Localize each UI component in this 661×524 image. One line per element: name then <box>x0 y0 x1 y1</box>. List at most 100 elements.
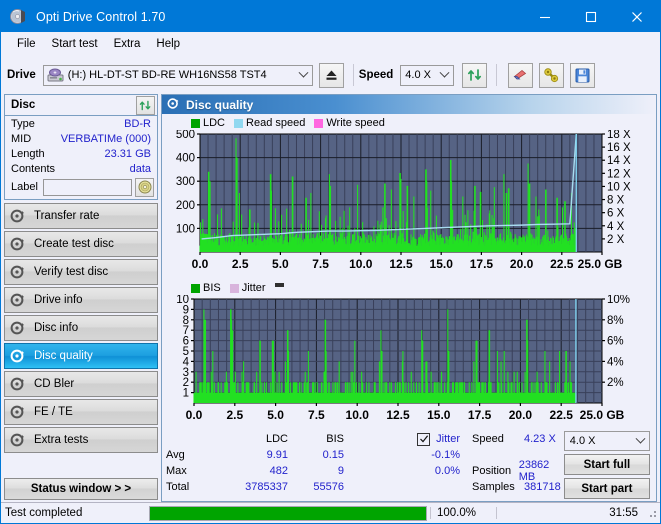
legend-label-bis: BIS <box>203 282 221 294</box>
application-window: Opti Drive Control 1.70 File Start test … <box>0 0 661 524</box>
menu-item-file[interactable]: File <box>9 36 44 52</box>
error-stats-table: LDC BIS Jitter Avg 9.91 0.15 -0.1% Max 4… <box>166 431 462 499</box>
eject-button[interactable] <box>318 62 344 88</box>
sidebar-label: Verify test disc <box>34 266 109 278</box>
speed-select[interactable]: 4.0 X <box>400 64 455 86</box>
tools-button[interactable] <box>539 62 565 88</box>
stats-header-ldc: LDC <box>265 433 288 445</box>
stats-row-label: Max <box>166 465 187 477</box>
menu-item-extra[interactable]: Extra <box>106 36 149 52</box>
svg-text:10: 10 <box>176 295 189 306</box>
svg-text:22.5: 22.5 <box>550 408 574 422</box>
start-part-button[interactable]: Start part <box>563 478 650 499</box>
svg-text:18 X: 18 X <box>607 130 631 141</box>
svg-text:10.0: 10.0 <box>346 408 370 422</box>
svg-text:10.0: 10.0 <box>349 257 373 271</box>
svg-text:300: 300 <box>176 176 195 188</box>
erase-button[interactable] <box>508 62 534 88</box>
svg-text:7.5: 7.5 <box>308 408 325 422</box>
svg-text:6: 6 <box>183 336 189 348</box>
sidebar-item-transfer-rate[interactable]: Transfer rate <box>4 203 158 229</box>
svg-text:2.5: 2.5 <box>226 408 243 422</box>
disc-spin-icon <box>10 320 27 337</box>
svg-text:10%: 10% <box>607 295 630 306</box>
test-speed-select[interactable]: 4.0 X <box>563 431 650 451</box>
toolbar-divider-2 <box>496 64 498 86</box>
ldc-chart-legend: LDC Read speed Write speed <box>165 116 653 130</box>
legend-swatch-write-speed <box>314 118 324 128</box>
sidebar-item-drive-info[interactable]: Drive info <box>4 287 158 313</box>
main-body: Disc Type BD-R MID VERBATIMe (000) Lengt… <box>1 94 660 502</box>
menu-item-start-test[interactable]: Start test <box>44 36 106 52</box>
status-bar: Test completed 100.0% 31:55 <box>1 502 660 523</box>
svg-text:6 X: 6 X <box>607 208 625 220</box>
disc-label-input[interactable] <box>42 178 132 196</box>
panel-header: Disc quality <box>162 95 656 114</box>
svg-text:400: 400 <box>176 153 195 165</box>
svg-text:8%: 8% <box>607 315 624 327</box>
sidebar-item-fe-te[interactable]: FE / TE <box>4 399 158 425</box>
disc-spin-icon <box>10 404 27 421</box>
svg-text:22.5: 22.5 <box>550 257 574 271</box>
close-button[interactable] <box>614 1 660 32</box>
start-full-button[interactable]: Start full <box>563 454 650 475</box>
svg-text:15.0: 15.0 <box>430 257 454 271</box>
disc-refresh-button[interactable] <box>136 95 155 115</box>
disc-spin-icon <box>10 432 27 449</box>
stats-row-label: Avg <box>166 449 185 461</box>
samples-label: Samples <box>472 481 515 493</box>
resize-grip[interactable] <box>646 507 658 519</box>
sidebar-item-cd-bler[interactable]: CD Bler <box>4 371 158 397</box>
progress-percent: 100.0% <box>430 507 496 519</box>
jitter-checkbox[interactable] <box>417 432 431 446</box>
maximize-button[interactable] <box>568 1 614 32</box>
sidebar-item-extra-tests[interactable]: Extra tests <box>4 427 158 453</box>
svg-text:5.0: 5.0 <box>272 257 289 271</box>
save-button[interactable] <box>570 62 596 88</box>
drive-select[interactable]: (H:) HL-DT-ST BD-RE WH16NS58 TST4 <box>42 64 313 86</box>
progress-bar <box>149 505 427 521</box>
legend-label-ldc: LDC <box>203 117 226 129</box>
cd-disc-button[interactable] <box>135 177 154 197</box>
disc-row-type: Type BD-R <box>5 116 157 131</box>
drive-label: Drive <box>7 69 36 81</box>
svg-text:2: 2 <box>183 377 189 389</box>
sidebar-item-verify-test-disc[interactable]: Verify test disc <box>4 259 158 285</box>
sidebar-item-disc-info[interactable]: Disc info <box>4 315 158 341</box>
svg-text:16 X: 16 X <box>607 142 631 154</box>
disc-mid-key: MID <box>11 132 32 145</box>
stats-total-ldc: 3785337 <box>245 481 288 493</box>
svg-text:2 X: 2 X <box>607 234 625 246</box>
sidebar-item-disc-quality[interactable]: Disc quality <box>4 343 158 369</box>
minimize-button[interactable] <box>522 1 568 32</box>
speed-label: Speed <box>472 433 504 445</box>
svg-text:5.0: 5.0 <box>267 408 284 422</box>
drive-value: (H:) HL-DT-ST BD-RE WH16NS58 TST4 <box>67 69 267 81</box>
disc-mid-value: VERBATIMe (000) <box>60 132 151 145</box>
disc-length-key: Length <box>11 147 45 160</box>
legend-swatch-bis <box>191 283 200 293</box>
progress-fill <box>150 506 426 520</box>
sidebar-item-create-test-disc[interactable]: Create test disc <box>4 231 158 257</box>
disc-contents-value: data <box>129 162 151 175</box>
statistics-panel: LDC BIS Jitter Avg 9.91 0.15 -0.1% Max 4… <box>162 427 656 499</box>
refresh-button[interactable] <box>462 62 488 88</box>
stats-avg-ldc: 9.91 <box>266 449 288 461</box>
stats-row-total: Total 3785337 55576 <box>166 479 462 495</box>
drive-toolbar: Drive (H:) HL-DT-ST BD-RE WH16NS58 TST4 <box>1 56 660 94</box>
drive-icon <box>47 68 65 83</box>
disc-contents-key: Contents <box>11 162 56 175</box>
stats-header-row: LDC BIS Jitter <box>166 431 462 447</box>
speed-label: Speed <box>358 69 394 81</box>
disc-label-row: Label <box>5 176 157 199</box>
stats-total-bis: 55576 <box>313 481 344 493</box>
sidebar-label: Drive info <box>34 294 83 306</box>
svg-text:10 X: 10 X <box>607 181 631 193</box>
legend-swatch-read-speed <box>234 118 244 128</box>
sidebar-label: Create test disc <box>34 238 114 250</box>
legend-label-write-speed: Write speed <box>326 117 385 129</box>
status-window-button[interactable]: Status window > > <box>4 478 158 500</box>
sidebar-label: CD Bler <box>34 378 75 390</box>
menu-item-help[interactable]: Help <box>148 36 188 52</box>
